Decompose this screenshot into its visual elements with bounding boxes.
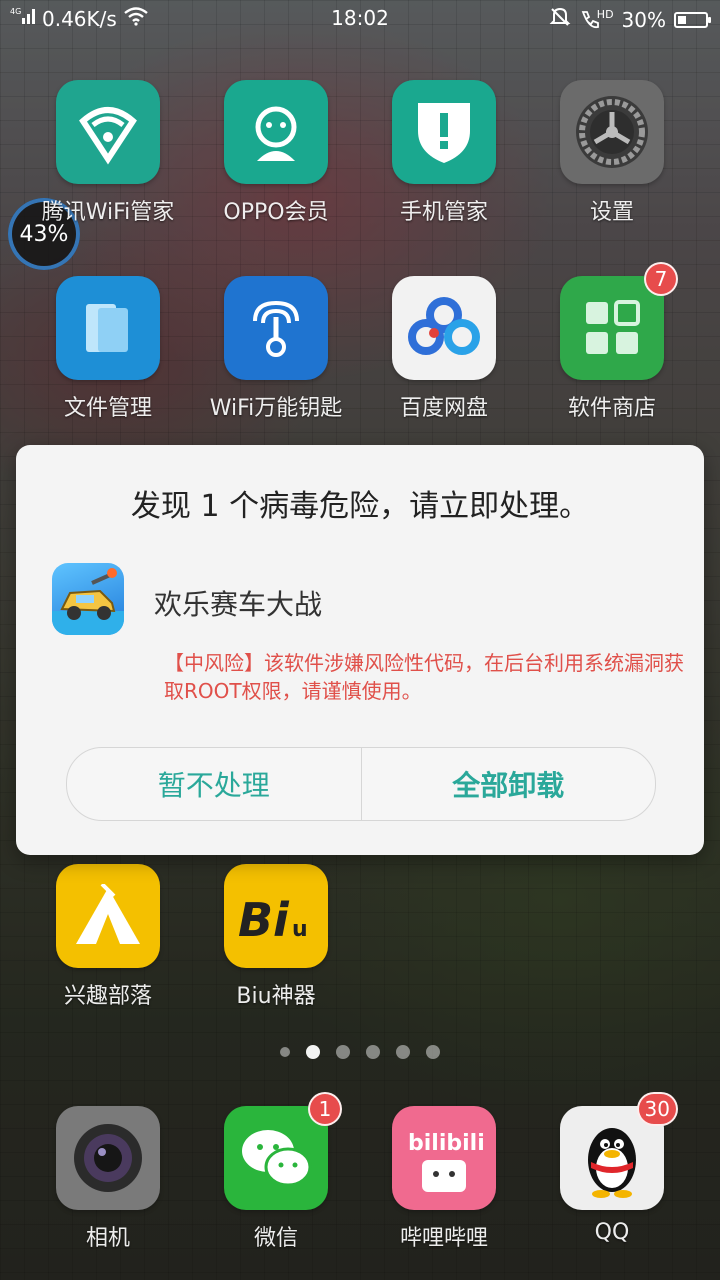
racing-game-icon	[52, 563, 124, 635]
page-dot[interactable]	[280, 1047, 290, 1057]
svg-text:Bi: Bi	[238, 893, 290, 946]
app-label: OPPO会员	[223, 200, 329, 225]
page-dot[interactable]	[396, 1045, 410, 1059]
biu-icon: Bi u	[224, 864, 328, 968]
dialog-button-row: 暂不处理 全部卸载	[66, 747, 656, 821]
shield-icon	[392, 80, 496, 184]
app-label: QQ	[594, 1220, 630, 1245]
app-interest-tribe[interactable]: 兴趣部落	[24, 864, 192, 1010]
status-bar: 4G 0.46K/s 18:02 HD 30%	[0, 0, 720, 38]
app-file-manager[interactable]: 文件管理	[24, 276, 192, 422]
wechat-icon: 1	[224, 1092, 342, 1210]
app-label: 手机管家	[399, 200, 488, 225]
page-dot[interactable]	[336, 1045, 350, 1059]
app-label: 设置	[589, 200, 634, 225]
notification-badge: 7	[644, 262, 678, 296]
page-dot[interactable]	[426, 1045, 440, 1059]
app-phone-manager[interactable]: 手机管家	[360, 80, 528, 226]
app-label: WiFi万能钥匙	[209, 396, 343, 421]
app-settings[interactable]: 设置	[528, 80, 696, 226]
uninstall-all-button[interactable]: 全部卸载	[362, 748, 656, 820]
gear-icon	[560, 80, 664, 184]
svg-text:u: u	[292, 917, 308, 942]
notification-badge: 1	[308, 1092, 342, 1126]
app-wechat[interactable]: 1 微信	[192, 1092, 360, 1252]
folder-icon	[56, 276, 160, 380]
app-label: Biu神器	[236, 984, 316, 1009]
svg-text:bilibili: bilibili	[408, 1131, 485, 1156]
virus-alert-dialog: 发现 1 个病毒危险，请立即处理。 欢乐赛车大战 【中风险】该软件涉嫌风险性代码…	[16, 445, 704, 855]
app-label: 文件管理	[63, 396, 152, 421]
app-store[interactable]: 7 软件商店	[528, 262, 696, 422]
hd-label: HD	[596, 8, 614, 21]
app-qq[interactable]: 30 QQ	[528, 1092, 696, 1245]
tencent-wifi-icon	[56, 80, 160, 184]
app-wifi-key[interactable]: WiFi万能钥匙	[192, 276, 360, 422]
wifi-key-icon	[224, 276, 328, 380]
app-biu[interactable]: Bi u Biu神器	[192, 864, 360, 1010]
bilibili-icon: bilibili	[392, 1106, 496, 1210]
page-indicator	[0, 1045, 720, 1059]
app-label: 软件商店	[567, 396, 656, 421]
app-bilibili[interactable]: bilibili 哔哩哔哩	[360, 1106, 528, 1252]
notification-badge: 30	[636, 1092, 678, 1126]
baidu-cloud-icon	[392, 276, 496, 380]
oppo-member-icon	[224, 80, 328, 184]
camera-icon	[56, 1106, 160, 1210]
qq-penguin-icon: 30	[560, 1092, 678, 1210]
battery-percent: 30%	[621, 7, 666, 32]
detected-app-name: 欢乐赛车大战	[154, 588, 323, 621]
ignore-button[interactable]: 暂不处理	[67, 748, 362, 820]
app-baidu-cloud[interactable]: 百度网盘	[360, 276, 528, 422]
app-label: 百度网盘	[399, 396, 488, 421]
app-tencent-wifi[interactable]: 腾讯WiFi管家	[24, 80, 192, 226]
app-store-icon: 7	[560, 262, 678, 380]
app-camera[interactable]: 相机	[24, 1106, 192, 1252]
app-oppo-member[interactable]: OPPO会员	[192, 80, 360, 226]
mute-bell-icon	[549, 6, 571, 33]
tent-icon	[56, 864, 160, 968]
app-label: 微信	[253, 1226, 298, 1251]
app-label: 哔哩哔哩	[399, 1226, 488, 1251]
app-label: 相机	[85, 1226, 130, 1251]
hd-call-icon: HD	[579, 8, 614, 31]
risk-warning-text: 【中风险】该软件涉嫌风险性代码，在后台利用系统漏洞获取ROOT权限，请谨慎使用。	[164, 651, 684, 703]
page-dot[interactable]	[366, 1045, 380, 1059]
app-label: 兴趣部落	[63, 984, 152, 1009]
dialog-title: 发现 1 个病毒危险，请立即处理。	[130, 489, 590, 524]
app-label: 腾讯WiFi管家	[41, 200, 175, 225]
battery-icon	[674, 11, 711, 28]
page-dot[interactable]	[306, 1045, 320, 1059]
